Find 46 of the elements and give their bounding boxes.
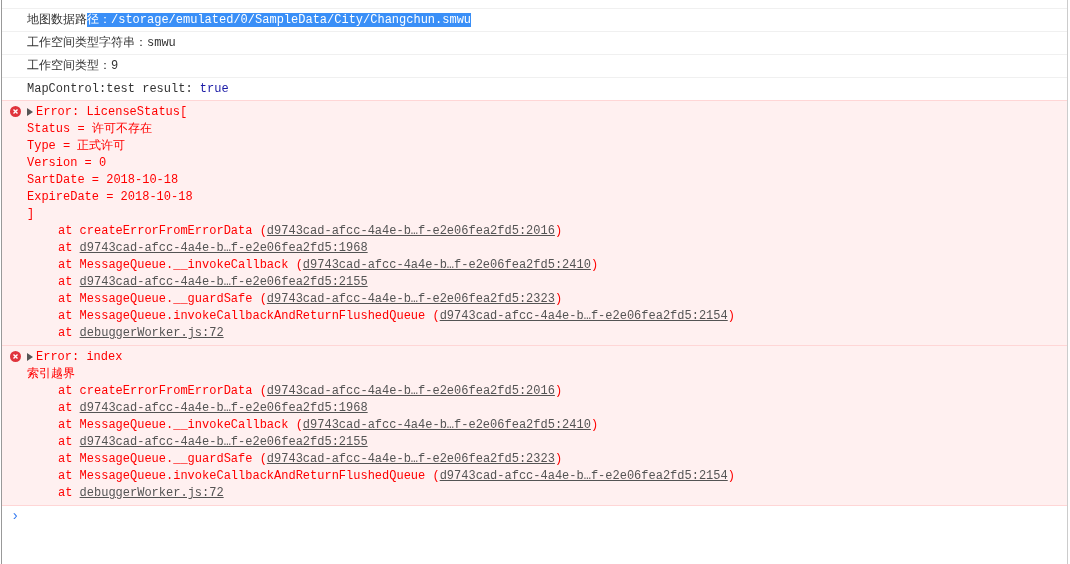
error-icon xyxy=(10,106,21,117)
error-text: 索引越界 xyxy=(27,367,75,381)
source-link[interactable]: debuggerWorker.js:72 xyxy=(79,326,224,340)
expand-icon[interactable] xyxy=(27,352,33,361)
log-message: MapControl:test result: true xyxy=(27,82,229,96)
source-link[interactable]: d9743cad-afcc-4a4e-b…f-e2e06fea2fd5:1968 xyxy=(79,401,368,415)
stack-frame: at MessageQueue.__invokeCallback (d9743cad-afcc-4a4e-b…f-e2e06fea2fd5:2410) xyxy=(58,418,599,432)
source-link[interactable]: d9743cad-afcc-4a4e-b…f-e2e06fea2fd5:2323 xyxy=(266,292,555,306)
source-link[interactable]: d9743cad-afcc-4a4e-b…f-e2e06fea2fd5:2323 xyxy=(266,452,555,466)
source-link[interactable]: d9743cad-afcc-4a4e-b…f-e2e06fea2fd5:2154 xyxy=(439,469,728,483)
log-message: 地图数据路径：/storage/emulated/0/SampleData/City/Changchun.smwu xyxy=(27,13,472,27)
stack-frame: at d9743cad-afcc-4a4e-b…f-e2e06fea2fd5:1968 xyxy=(58,401,368,415)
prompt-icon[interactable]: › xyxy=(11,508,20,524)
stack-frame: at d9743cad-afcc-4a4e-b…f-e2e06fea2fd5:2155 xyxy=(58,435,368,449)
stack-frame: at MessageQueue.__guardSafe (d9743cad-afcc-4a4e-b…f-e2e06fea2fd5:2323) xyxy=(58,292,563,306)
stack-frame: at MessageQueue.invokeCallbackAndReturnFlushedQueue (d9743cad-afcc-4a4e-b…f-e2e06fea2fd5:2154) xyxy=(58,309,735,323)
source-link[interactable]: d9743cad-afcc-4a4e-b…f-e2e06fea2fd5:2410 xyxy=(302,258,591,272)
stack-frame: at debuggerWorker.js:72 xyxy=(58,486,224,500)
error-text: Status = 许可不存在 xyxy=(27,122,152,136)
log-message: 工作空间类型：9 xyxy=(27,59,119,73)
error-text: Error: index xyxy=(36,350,123,364)
stack-frame: at debuggerWorker.js:72 xyxy=(58,326,224,340)
stack-frame: at MessageQueue.invokeCallbackAndReturnFlushedQueue (d9743cad-afcc-4a4e-b…f-e2e06fea2fd5:2154) xyxy=(58,469,735,483)
stack-frame: at createErrorFromErrorData (d9743cad-afcc-4a4e-b…f-e2e06fea2fd5:2016) xyxy=(58,224,563,238)
stack-frame: at createErrorFromErrorData (d9743cad-afcc-4a4e-b…f-e2e06fea2fd5:2016) xyxy=(58,384,563,398)
error-text: SartDate = 2018-10-18 xyxy=(27,173,179,187)
source-link[interactable]: d9743cad-afcc-4a4e-b…f-e2e06fea2fd5:2154 xyxy=(439,309,728,323)
source-link[interactable]: d9743cad-afcc-4a4e-b…f-e2e06fea2fd5:1968 xyxy=(79,241,368,255)
source-link[interactable]: d9743cad-afcc-4a4e-b…f-e2e06fea2fd5:2016 xyxy=(266,384,555,398)
expand-icon[interactable] xyxy=(27,107,33,116)
stack-frame: at MessageQueue.__guardSafe (d9743cad-afcc-4a4e-b…f-e2e06fea2fd5:2323) xyxy=(58,452,563,466)
stack-frame: at MessageQueue.__invokeCallback (d9743cad-afcc-4a4e-b…f-e2e06fea2fd5:2410) xyxy=(58,258,599,272)
source-link[interactable]: d9743cad-afcc-4a4e-b…f-e2e06fea2fd5:2016 xyxy=(266,224,555,238)
error-text: Version = 0 xyxy=(27,156,107,170)
source-link[interactable]: d9743cad-afcc-4a4e-b…f-e2e06fea2fd5:2410 xyxy=(302,418,591,432)
error-text: ] xyxy=(27,207,35,221)
error-text: Type = 正式许可 xyxy=(27,139,126,153)
source-link[interactable]: d9743cad-afcc-4a4e-b…f-e2e06fea2fd5:2155 xyxy=(79,275,368,289)
source-link[interactable]: d9743cad-afcc-4a4e-b…f-e2e06fea2fd5:2155 xyxy=(79,435,368,449)
error-text: Error: LicenseStatus[ xyxy=(36,105,188,119)
log-message: 工作空间类型字符串：smwu xyxy=(27,36,176,50)
stack-frame: at d9743cad-afcc-4a4e-b…f-e2e06fea2fd5:1968 xyxy=(58,241,368,255)
stack-frame: at d9743cad-afcc-4a4e-b…f-e2e06fea2fd5:2155 xyxy=(58,275,368,289)
error-text: ExpireDate = 2018-10-18 xyxy=(27,190,193,204)
error-icon xyxy=(10,351,21,362)
source-link[interactable]: debuggerWorker.js:72 xyxy=(79,486,224,500)
